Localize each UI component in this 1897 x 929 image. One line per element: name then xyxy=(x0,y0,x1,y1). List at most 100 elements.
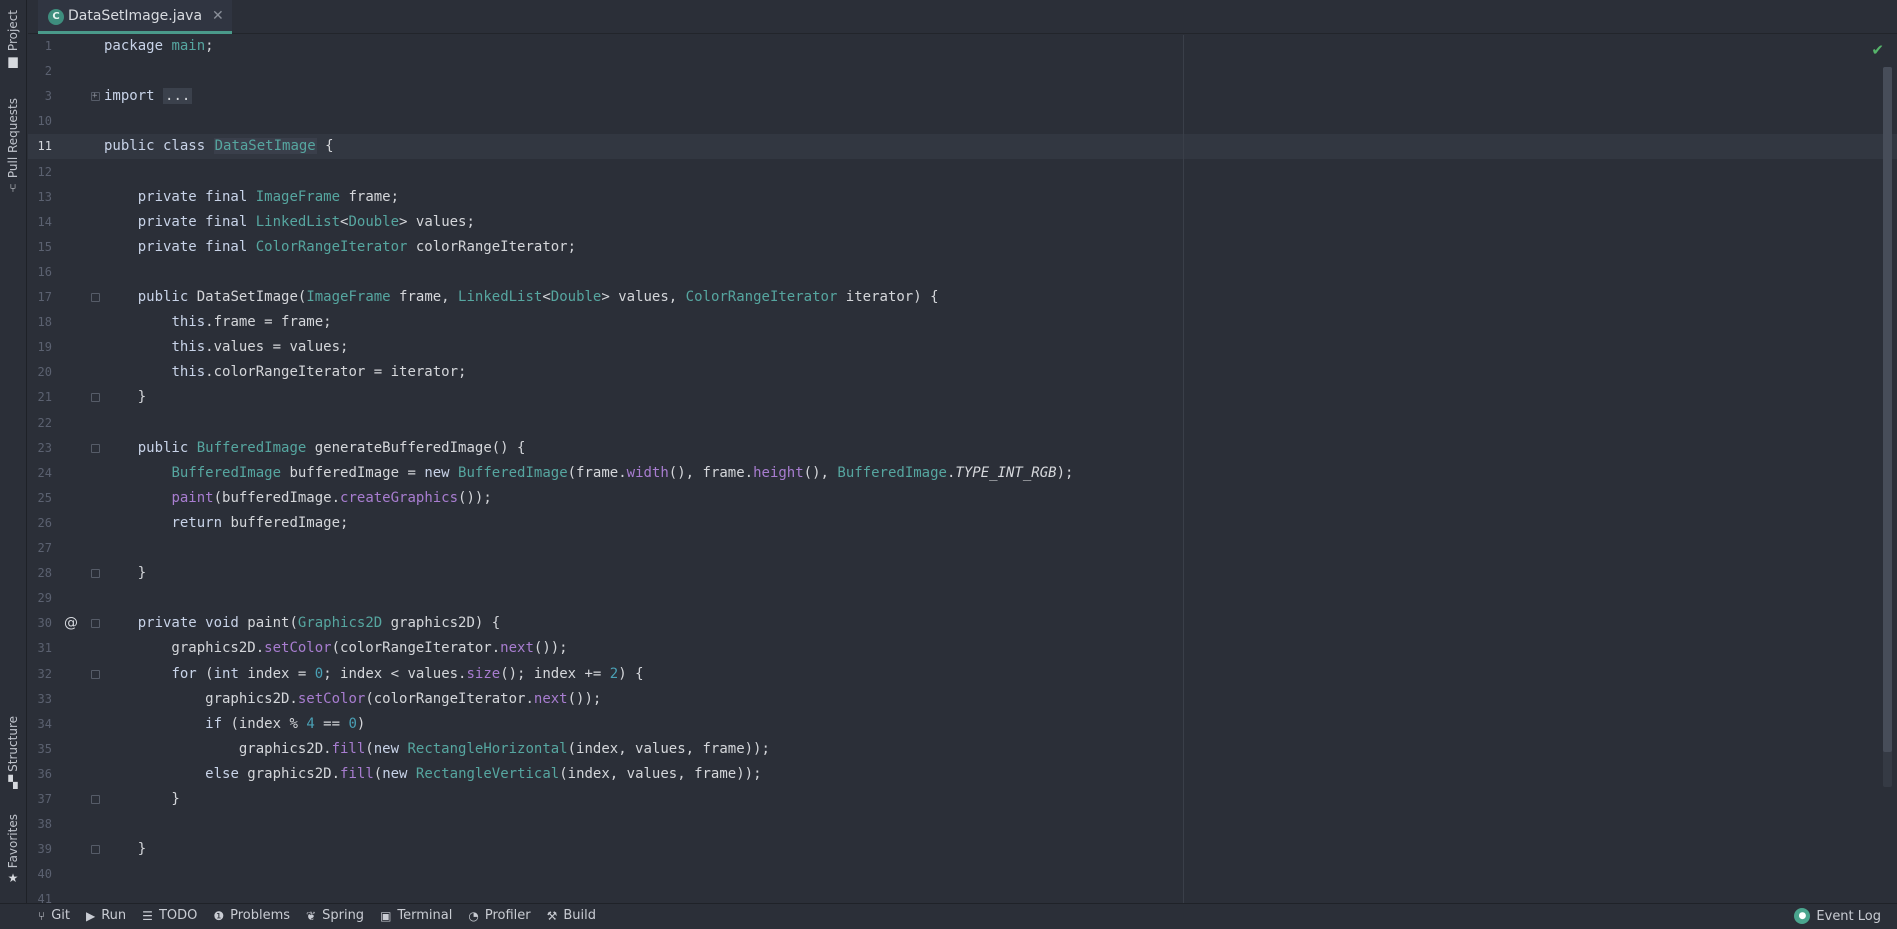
code-line[interactable]: 16 xyxy=(28,260,1897,285)
todo-icon: ☰ xyxy=(142,908,153,923)
git-icon: ⑂ xyxy=(38,908,46,923)
pull-requests-tool-tab[interactable]: Pull Requests ⑂ xyxy=(2,98,24,194)
code-line[interactable]: 13 private final ImageFrame frame; xyxy=(28,185,1897,210)
code-line[interactable]: 35 graphics2D.fill(new RectangleHorizont… xyxy=(28,737,1897,762)
code-text: if (index % 4 == 0) xyxy=(205,715,366,732)
code-line[interactable]: 11 public class DataSetImage { xyxy=(28,134,1897,160)
line-number: 36 xyxy=(37,766,52,781)
fold-collapse-icon[interactable] xyxy=(91,845,100,855)
profiler-tool-button[interactable]: ◔ Profiler xyxy=(468,908,530,923)
line-number: 37 xyxy=(37,792,52,806)
spring-icon: ❦ xyxy=(306,908,317,923)
code-line[interactable]: 31 graphics2D.setColor(colorRangeIterato… xyxy=(28,636,1897,661)
code-text: BufferedImage bufferedImage = new Buffer… xyxy=(171,464,1074,481)
tool-button-label: Spring xyxy=(322,908,365,923)
code-line[interactable]: 3 import ... xyxy=(28,84,1897,109)
line-number: 39 xyxy=(37,842,52,857)
code-line[interactable]: 1 package main; xyxy=(28,35,1897,59)
tool-button-label: Problems xyxy=(230,908,291,923)
code-line[interactable]: 27 xyxy=(28,536,1897,561)
scrollbar-thumb[interactable] xyxy=(1883,67,1892,752)
code-line[interactable]: 34 if (index % 4 == 0) xyxy=(28,712,1897,737)
code-line[interactable]: 26 return bufferedImage; xyxy=(28,511,1897,536)
fold-collapse-icon[interactable] xyxy=(91,619,100,629)
code-line[interactable]: 22 xyxy=(28,411,1897,436)
line-number: 14 xyxy=(37,214,52,229)
build-tool-button[interactable]: ⚒ Build xyxy=(547,908,596,923)
code-text: } xyxy=(104,565,147,582)
event-log-icon: ● xyxy=(1794,908,1811,924)
tool-window-buttons: ⑂ Git ▶ Run ☰ TODO ❶ Problems ❦ Spring ▣ Terminal ◔ P… xyxy=(38,908,612,923)
spring-tool-button[interactable]: ❦ Spring xyxy=(306,908,364,923)
pull-requests-tool-label: Pull Requests xyxy=(6,98,20,179)
fold-collapse-icon[interactable] xyxy=(91,669,100,679)
code-line[interactable]: 23 public BufferedImage generateBuffered… xyxy=(28,436,1897,461)
code-line[interactable]: 33 graphics2D.setColor(colorRangeIterato… xyxy=(28,687,1897,712)
line-number: 19 xyxy=(37,340,52,355)
code-line[interactable]: 19 this.values = values; xyxy=(28,335,1897,360)
tool-button-label: Run xyxy=(101,908,127,923)
code-text: for (int index = 0; index < values.size(… xyxy=(171,665,644,682)
code-line[interactable]: 18 this.frame = frame; xyxy=(28,310,1897,335)
code-line[interactable]: 25 paint(bufferedImage.createGraphics())… xyxy=(28,486,1897,511)
tool-button-label: Build xyxy=(563,908,597,923)
code-editor[interactable]: 1package main; 2 3import ...1011public cla… xyxy=(28,35,1897,903)
code-line[interactable]: 12 xyxy=(28,160,1897,185)
todo-tool-button[interactable]: ☰ TODO xyxy=(142,908,197,923)
code-line[interactable]: 41 xyxy=(28,887,1897,903)
code-line[interactable]: 37 } xyxy=(28,787,1897,812)
code-text: this.colorRangeIterator = iterator; xyxy=(171,364,467,381)
code-line[interactable]: 39 } xyxy=(28,837,1897,862)
terminal-tool-button[interactable]: ▣ Terminal xyxy=(380,908,452,923)
code-line[interactable]: 32 for (int index = 0; index < values.si… xyxy=(28,662,1897,687)
fold-collapse-icon[interactable] xyxy=(91,293,100,302)
tool-button-label: Terminal xyxy=(397,908,453,923)
close-icon[interactable]: ✕ xyxy=(212,8,224,24)
code-text: package main; xyxy=(104,38,214,54)
code-line[interactable]: 17 public DataSetImage(ImageFrame frame,… xyxy=(28,285,1897,310)
code-text: } xyxy=(104,389,147,406)
run-tool-button[interactable]: ▶ Run xyxy=(86,908,126,923)
implemented-marker-icon[interactable]: @ xyxy=(64,611,78,636)
line-number: 13 xyxy=(37,189,52,204)
code-line[interactable]: 2 xyxy=(28,59,1897,84)
code-line[interactable]: 10 xyxy=(28,109,1897,134)
code-line[interactable]: 15 private final ColorRangeIterator colo… xyxy=(28,235,1897,260)
code-line[interactable]: 28 } xyxy=(28,561,1897,586)
code-text: public BufferedImage generateBufferedIma… xyxy=(137,439,526,456)
event-log-button[interactable]: ● Event Log xyxy=(1794,908,1881,924)
code-line[interactable]: 21 } xyxy=(28,385,1897,410)
line-number: 12 xyxy=(37,164,52,179)
line-number: 31 xyxy=(37,641,52,656)
fold-expand-icon[interactable] xyxy=(91,84,100,109)
code-line[interactable]: 29 xyxy=(28,586,1897,611)
fold-collapse-icon[interactable] xyxy=(91,393,100,403)
line-number: 2 xyxy=(44,64,52,79)
code-line[interactable]: 36 else graphics2D.fill(new RectangleVer… xyxy=(28,762,1897,787)
class-c-icon: C xyxy=(48,9,64,25)
fold-collapse-icon[interactable] xyxy=(91,569,100,579)
structure-tool-tab[interactable]: Structure ▚ xyxy=(2,716,24,788)
line-number: 18 xyxy=(37,315,52,330)
left-tool-strip: Project ▆ Pull Requests ⑂ Structure ▚ Fa… xyxy=(0,0,27,903)
git-tool-button[interactable]: ⑂ Git xyxy=(38,908,70,923)
code-line[interactable]: 30 @ private void paint(Graphics2D graphi… xyxy=(28,611,1897,636)
editor-tab-datasetimage[interactable]: C DataSetImage.java ✕ xyxy=(38,0,232,34)
inspection-ok-check-icon[interactable]: ✔ xyxy=(1871,41,1884,59)
line-number: 34 xyxy=(37,716,52,731)
problems-tool-button[interactable]: ❶ Problems xyxy=(213,908,290,923)
code-line[interactable]: 40 xyxy=(28,862,1897,887)
code-line[interactable]: 24 BufferedImage bufferedImage = new Buf… xyxy=(28,461,1897,486)
code-line[interactable]: 38 xyxy=(28,812,1897,837)
favorites-tool-tab[interactable]: Favorites ★ xyxy=(2,814,24,884)
run-icon: ▶ xyxy=(86,908,96,923)
star-icon: ★ xyxy=(7,871,19,886)
build-icon: ⚒ xyxy=(546,908,558,923)
fold-collapse-icon[interactable] xyxy=(91,795,100,804)
line-number: 40 xyxy=(37,867,52,882)
code-line[interactable]: 20 this.colorRangeIterator = iterator; xyxy=(28,360,1897,385)
fold-collapse-icon[interactable] xyxy=(91,443,100,453)
project-tool-tab[interactable]: Project ▆ xyxy=(2,10,24,67)
terminal-icon: ▣ xyxy=(380,908,392,923)
code-line[interactable]: 14 private final LinkedList<Double> valu… xyxy=(28,210,1897,235)
